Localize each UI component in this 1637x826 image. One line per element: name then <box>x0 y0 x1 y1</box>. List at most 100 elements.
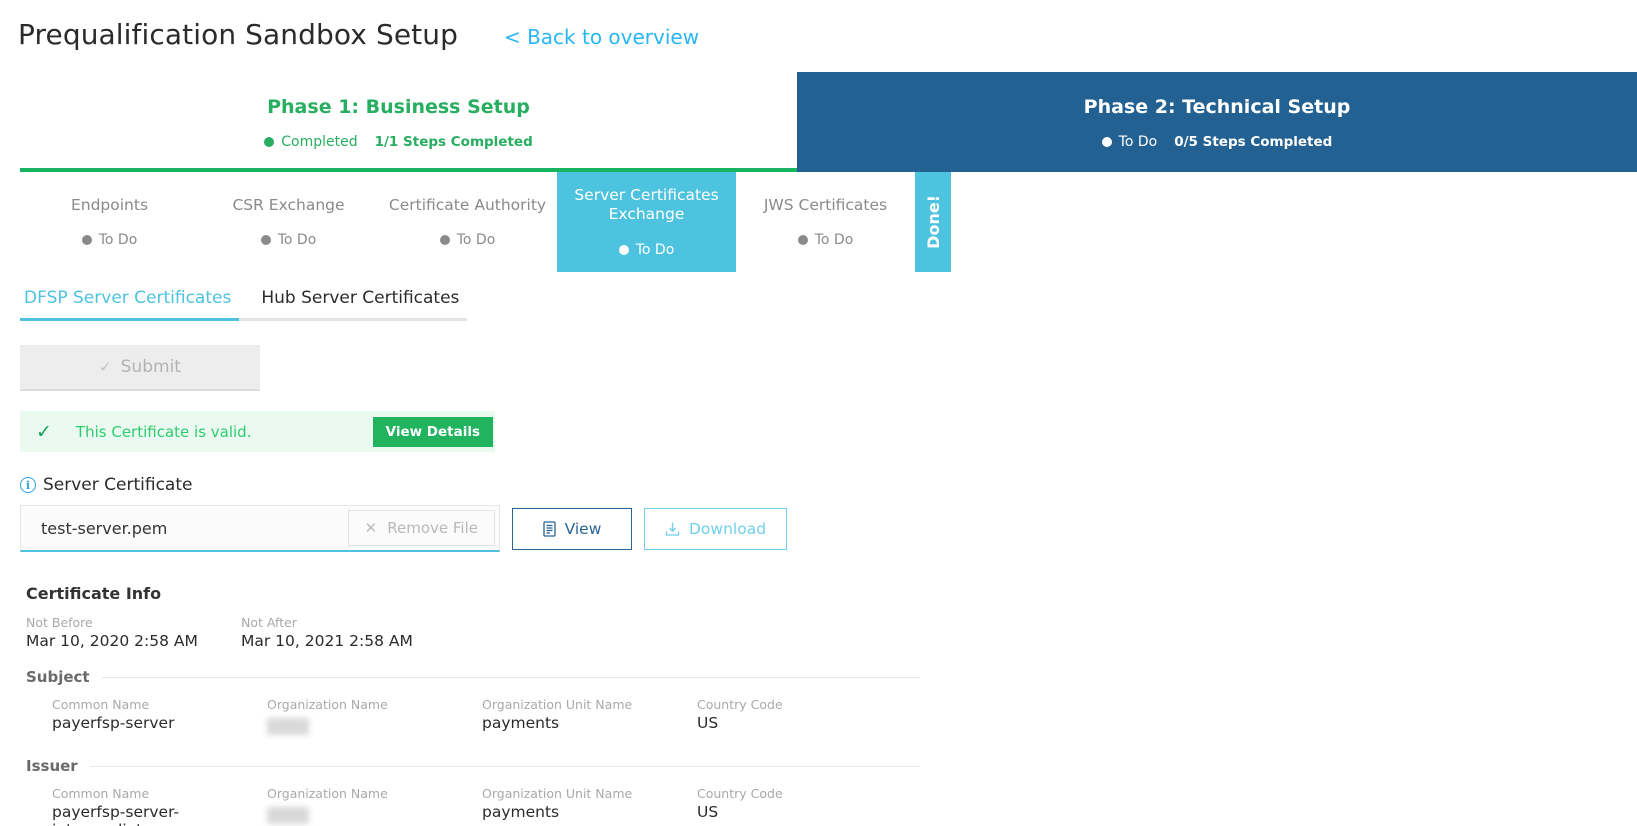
view-button-label: View <box>564 519 602 538</box>
section-divider <box>89 765 920 767</box>
step-tabs-left-spacer <box>0 172 20 272</box>
step-tab-label: JWS Certificates <box>763 195 888 214</box>
step-tab-status: To Do <box>797 232 854 249</box>
field-label: Common Name <box>52 786 150 801</box>
subject-section-header: Subject <box>26 668 920 686</box>
tab-hub-server-certificates[interactable]: Hub Server Certificates <box>257 288 467 318</box>
phase-progress-bar: Phase 1: Business Setup Completed 1/1 St… <box>0 72 1637 172</box>
download-certificate-button[interactable]: Download <box>644 507 788 550</box>
document-icon <box>542 520 556 537</box>
section-divider <box>101 676 920 678</box>
subject-fields-row: Common Name payerfsp-server Organization… <box>26 697 1637 739</box>
step-tab-server-certificates-exchange[interactable]: Server Certificates Exchange To Do <box>557 172 736 272</box>
issuer-country-code-cell: Country Code US <box>697 786 912 826</box>
step-tab-status-label: To Do <box>277 232 317 249</box>
certificate-validity-banner: ✓ This Certificate is valid. View Detail… <box>20 411 495 452</box>
status-dot-icon <box>264 137 275 147</box>
close-icon: ✕ <box>364 519 378 537</box>
remove-file-button[interactable]: ✕ Remove File <box>347 510 495 546</box>
redacted-value <box>267 807 309 824</box>
phase-2-steps-count: 0/5 Steps Completed <box>1174 134 1333 150</box>
field-value-redacted <box>267 803 482 826</box>
field-value: payerfsp-server <box>52 714 175 732</box>
step-tab-status-label: To Do <box>98 232 138 249</box>
not-after-label: Not After <box>241 615 297 630</box>
certificate-info-title: Certificate Info <box>26 584 162 603</box>
server-certificate-file-input[interactable]: test-server.pem ✕ Remove File <box>20 505 500 552</box>
field-value-redacted <box>267 714 482 739</box>
not-after-value: Mar 10, 2021 2:58 AM <box>241 632 413 650</box>
done-tab[interactable]: Done! <box>915 172 951 272</box>
sub-tabs: DFSP Server Certificates Hub Server Cert… <box>20 288 468 321</box>
issuer-fields-row: Common Name payerfsp-server-intermediate… <box>26 786 1637 826</box>
sub-tabs-container: DFSP Server Certificates Hub Server Cert… <box>0 272 1637 321</box>
subject-country-code-cell: Country Code US <box>697 697 912 739</box>
status-dot-icon <box>797 235 808 246</box>
download-icon <box>665 521 680 537</box>
not-before-value: Mar 10, 2020 2:58 AM <box>26 632 198 650</box>
status-dot-icon <box>260 235 271 246</box>
field-label: Common Name <box>52 697 150 712</box>
field-value: US <box>697 803 719 821</box>
main-content: ✓ Submit ✓ This Certificate is valid. Vi… <box>0 321 1637 826</box>
info-icon[interactable]: i <box>20 477 36 493</box>
field-value: payments <box>482 714 560 732</box>
file-name-value: test-server.pem <box>41 518 168 538</box>
subject-organization-name-cell: Organization Name <box>267 697 482 739</box>
status-dot-icon <box>1101 137 1112 147</box>
phase-1-steps-count: 1/1 Steps Completed <box>374 134 533 150</box>
field-value: US <box>697 714 719 732</box>
certificate-info-section: Certificate Info Not Before Mar 10, 2020… <box>20 584 1637 826</box>
field-value: payerfsp-server-intermediate <box>52 803 180 826</box>
phase-1-status: Completed 1/1 Steps Completed <box>0 134 797 150</box>
tab-dfsp-server-certificates[interactable]: DFSP Server Certificates <box>20 288 240 321</box>
validity-message: This Certificate is valid. <box>75 422 252 441</box>
step-tab-jws-certificates[interactable]: JWS Certificates To Do <box>736 172 915 272</box>
not-before-cell: Not Before Mar 10, 2020 2:58 AM <box>26 615 241 650</box>
field-label: Country Code <box>697 786 783 801</box>
check-icon: ✓ <box>36 420 52 443</box>
download-button-label: Download <box>689 519 767 538</box>
back-to-overview-link[interactable]: < Back to overview <box>504 25 699 49</box>
field-label: Organization Unit Name <box>482 697 633 712</box>
step-tab-label: Endpoints <box>70 195 149 214</box>
step-tab-label: CSR Exchange <box>232 195 345 214</box>
step-tab-status: To Do <box>260 232 317 249</box>
phase-2-title: Phase 2: Technical Setup <box>1083 96 1351 118</box>
phase-1-underline <box>20 168 797 172</box>
issuer-section-header: Issuer <box>26 757 920 775</box>
step-tab-status-label: To Do <box>814 232 854 249</box>
phase-1-title: Phase 1: Business Setup <box>267 96 530 118</box>
step-tab-status-label: To Do <box>635 241 675 258</box>
subject-common-name-cell: Common Name payerfsp-server <box>52 697 267 739</box>
remove-file-label: Remove File <box>387 519 478 537</box>
field-value: payments <box>482 803 560 821</box>
page-header: Prequalification Sandbox Setup < Back to… <box>0 0 1637 72</box>
phase-2-technical-setup[interactable]: Phase 2: Technical Setup To Do 0/5 Steps… <box>797 72 1637 172</box>
field-label: Organization Unit Name <box>482 786 633 801</box>
step-tab-csr-exchange[interactable]: CSR Exchange To Do <box>199 172 378 272</box>
not-before-label: Not Before <box>26 615 93 630</box>
server-certificate-field-label: i Server Certificate <box>20 475 1637 495</box>
phase-2-status-label: To Do <box>1118 134 1158 150</box>
issuer-organization-unit-name-cell: Organization Unit Name payments <box>482 786 697 826</box>
step-tab-endpoints[interactable]: Endpoints To Do <box>20 172 199 272</box>
redacted-value <box>267 718 309 735</box>
phase-1-business-setup[interactable]: Phase 1: Business Setup Completed 1/1 St… <box>0 72 797 172</box>
page-title: Prequalification Sandbox Setup <box>18 18 458 51</box>
status-dot-icon <box>618 244 629 255</box>
certificate-validity-dates: Not Before Mar 10, 2020 2:58 AM Not Afte… <box>26 615 1637 650</box>
status-dot-icon <box>81 235 92 246</box>
field-label: Organization Name <box>267 786 388 801</box>
submit-button[interactable]: ✓ Submit <box>20 345 260 391</box>
step-tab-certificate-authority[interactable]: Certificate Authority To Do <box>378 172 557 272</box>
phase-2-status: To Do 0/5 Steps Completed <box>797 134 1637 150</box>
step-tab-label: Certificate Authority <box>388 195 547 214</box>
status-dot-icon <box>439 235 450 246</box>
view-details-button[interactable]: View Details <box>372 416 493 447</box>
field-label: Organization Name <box>267 697 388 712</box>
server-certificate-file-row: test-server.pem ✕ Remove File View Downl… <box>20 505 1637 552</box>
check-icon: ✓ <box>99 358 112 376</box>
view-certificate-button[interactable]: View <box>512 507 632 550</box>
step-tab-status: To Do <box>439 232 495 248</box>
